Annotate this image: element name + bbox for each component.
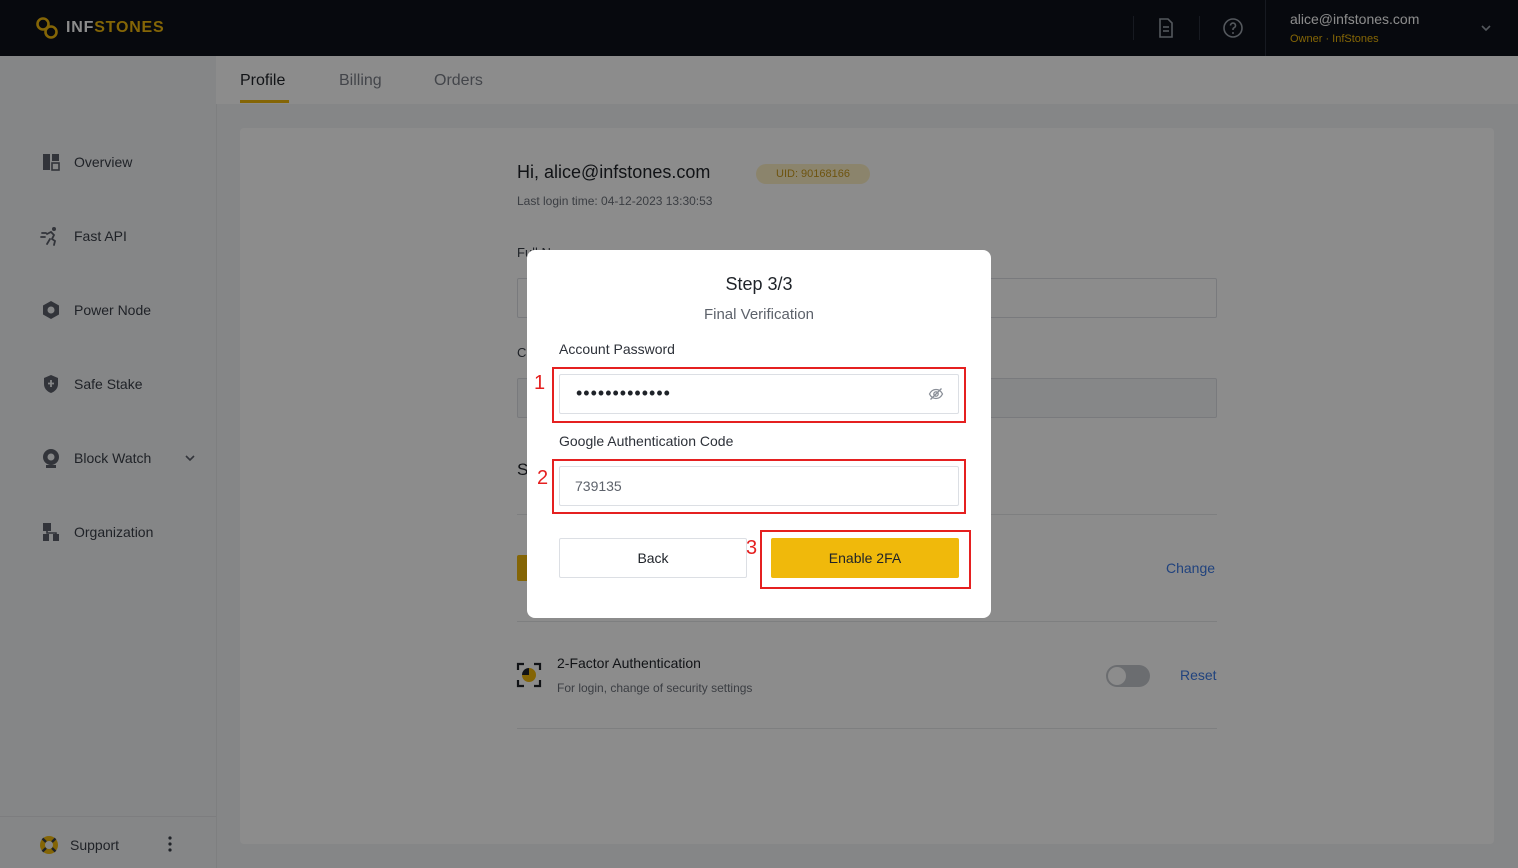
back-button[interactable]: Back: [559, 538, 747, 578]
annotation-number-3: 3: [746, 537, 758, 559]
modal-title: Step 3/3: [725, 274, 793, 294]
annotation-number-2: 2: [537, 467, 549, 489]
annotation-number-1: 1: [534, 372, 546, 394]
modal-subtitle: Final Verification: [703, 306, 815, 323]
annotation-box-3: [760, 530, 971, 589]
annotation-box-1: [552, 367, 966, 423]
auth-code-label: Google Authentication Code: [559, 433, 734, 449]
password-label: Account Password: [559, 341, 675, 357]
annotation-box-2: [552, 459, 966, 514]
